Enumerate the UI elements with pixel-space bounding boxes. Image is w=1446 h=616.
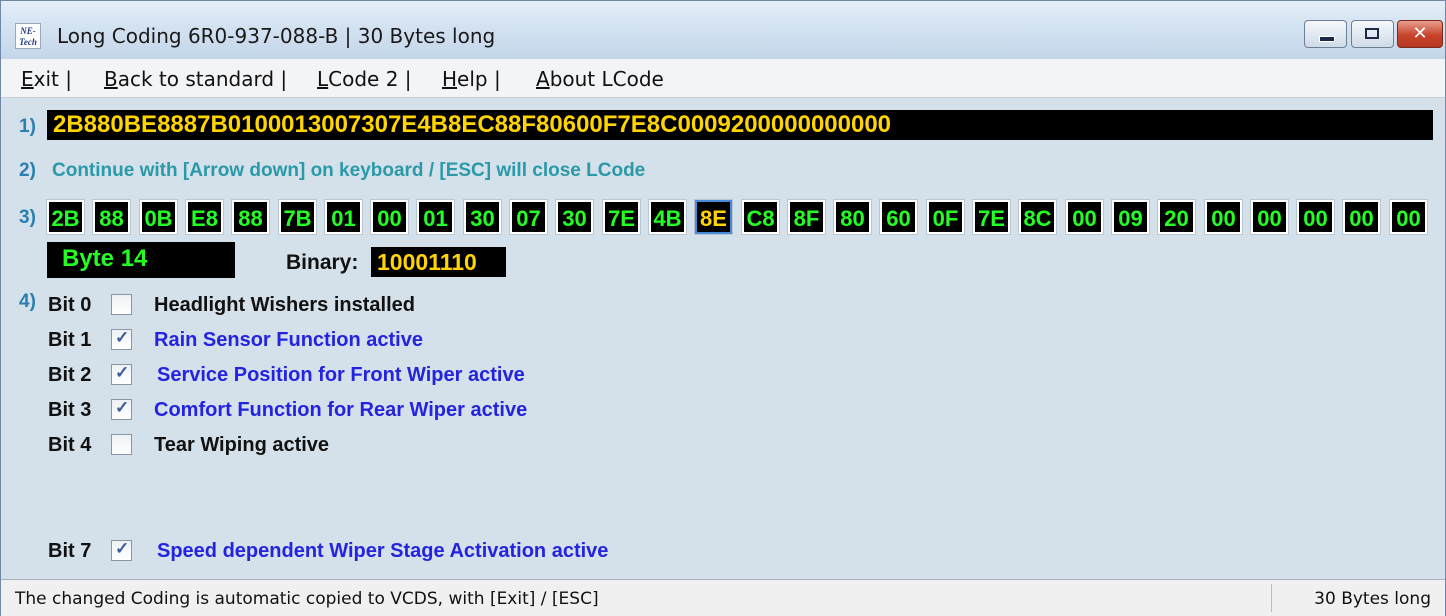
byte-cell-23[interactable]: 09 (1111, 199, 1150, 235)
byte-cell-21[interactable]: 8C (1018, 199, 1057, 235)
bit-label: Bit 4 (48, 434, 92, 456)
lcode-window: NE- Tech Long Coding 6R0-937-088-B | 30 … (0, 0, 1446, 616)
byte-cell-20[interactable]: 7E (972, 199, 1011, 235)
close-icon: ✕ (1412, 23, 1428, 44)
keyboard-hint: Continue with [Arrow down] on keyboard /… (52, 160, 646, 181)
checkmark-icon: ✓ (115, 398, 130, 417)
byte-cell-22[interactable]: 00 (1065, 199, 1104, 235)
byte-cell-1[interactable]: 88 (92, 199, 131, 235)
bit-label: Bit 7 (48, 540, 92, 562)
byte-cell-29[interactable]: 00 (1389, 199, 1428, 235)
step-3-label: 3) (19, 207, 36, 228)
bit-checkbox[interactable]: ✓ (111, 328, 132, 350)
menu-item-exit[interactable]: Exit | (21, 67, 72, 91)
step-2-label: 2) (19, 160, 36, 181)
bit-row: Bit 3 ✓ Comfort Function for Rear Wiper ac… (1, 396, 901, 426)
minimize-button[interactable] (1304, 20, 1347, 48)
byte-cell-28[interactable]: 00 (1342, 199, 1381, 235)
byte-cell-15[interactable]: C8 (741, 199, 780, 235)
menu-item-help[interactable]: Help | (442, 67, 501, 91)
menu-item-back-to-standard[interactable]: Back to standard | (104, 67, 287, 91)
bit-label: Bit 2 (48, 364, 92, 386)
status-divider (1271, 584, 1272, 612)
byte-cell-5[interactable]: 7B (278, 199, 317, 235)
byte-cell-24[interactable]: 20 (1157, 199, 1196, 235)
byte-cell-6[interactable]: 01 (324, 199, 363, 235)
byte-cell-4[interactable]: 88 (231, 199, 270, 235)
coding-string-field[interactable]: 2B880BE8887B0100013007307E4B8EC88F80600F… (47, 110, 1433, 140)
status-byte-count: 30 Bytes long (1314, 589, 1431, 609)
byte-cell-18[interactable]: 60 (879, 199, 918, 235)
byte-cell-16[interactable]: 8F (787, 199, 826, 235)
step-1-label: 1) (19, 116, 36, 137)
byte-cell-8[interactable]: 01 (416, 199, 455, 235)
byte-row: 2B 88 0B E8 88 7B 01 00 01 30 07 30 7E 4B 8E C8 8F 80 60 0F… (46, 199, 1435, 236)
bit-checkbox[interactable] (111, 434, 132, 455)
binary-value-field[interactable]: 10001110 (371, 247, 506, 277)
byte-cell-13[interactable]: 4B (648, 199, 687, 235)
status-bar: The changed Coding is automatic copied t… (1, 579, 1445, 616)
byte-cell-26[interactable]: 00 (1250, 199, 1289, 235)
bit-label: Bit 1 (48, 329, 92, 351)
byte-cell-14[interactable]: 8E (694, 199, 733, 235)
bit-description: Tear Wiping active (154, 434, 330, 456)
bit-row: Bit 0 Headlight Wishers installed (1, 291, 901, 321)
byte-cell-27[interactable]: 00 (1296, 199, 1335, 235)
bit-description: Service Position for Front Wiper active (157, 364, 525, 386)
bit-row: Bit 2 ✓ Service Position for Front Wiper a… (1, 361, 901, 391)
bit-row: Bit 4 Tear Wiping active (1, 431, 901, 461)
byte-cell-12[interactable]: 7E (602, 199, 641, 235)
selected-byte-label: Byte 14 (47, 242, 235, 278)
status-message: The changed Coding is automatic copied t… (15, 589, 599, 609)
bit-checkbox[interactable]: ✓ (111, 398, 132, 420)
bit-row: Bit 1 ✓ Rain Sensor Function active (1, 326, 901, 356)
menu-item-about-lcode[interactable]: About LCode (536, 67, 664, 91)
minimize-icon (1319, 36, 1335, 42)
menu-bar: Exit | Back to standard | LCode 2 | Help | A… (1, 59, 1445, 98)
app-logo-text-1: NE- (20, 26, 36, 36)
byte-cell-25[interactable]: 00 (1204, 199, 1243, 235)
bit-description: Comfort Function for Rear Wiper active (154, 399, 528, 421)
bit-row: Bit 7 ✓ Speed dependent Wiper Stage Activa… (1, 537, 901, 567)
byte-cell-7[interactable]: 00 (370, 199, 409, 235)
binary-caption: Binary: (286, 251, 359, 274)
bit-description: Speed dependent Wiper Stage Activation a… (157, 540, 609, 562)
byte-cell-19[interactable]: 0F (926, 199, 965, 235)
maximize-icon (1365, 28, 1379, 39)
menu-item-lcode-2[interactable]: LCode 2 | (317, 67, 412, 91)
byte-cell-11[interactable]: 30 (555, 199, 594, 235)
byte-cell-3[interactable]: E8 (185, 199, 224, 235)
title-bar[interactable]: NE- Tech Long Coding 6R0-937-088-B | 30 … (1, 1, 1445, 59)
byte-cell-0[interactable]: 2B (46, 199, 85, 235)
bit-label: Bit 3 (48, 399, 92, 421)
byte-cell-2[interactable]: 0B (139, 199, 178, 235)
bit-checkbox[interactable] (111, 294, 132, 315)
app-logo-icon: NE- Tech (15, 23, 41, 49)
close-button[interactable]: ✕ (1397, 20, 1443, 48)
checkmark-icon: ✓ (115, 363, 130, 382)
bit-description: Rain Sensor Function active (154, 329, 423, 351)
window-title: Long Coding 6R0-937-088-B | 30 Bytes lon… (57, 24, 496, 48)
bit-checkbox[interactable]: ✓ (111, 363, 132, 385)
app-logo-text-2: Tech (19, 37, 37, 47)
checkmark-icon: ✓ (115, 539, 130, 558)
checkmark-icon: ✓ (115, 328, 130, 347)
bit-label: Bit 0 (48, 294, 92, 316)
byte-cell-9[interactable]: 30 (463, 199, 502, 235)
byte-cell-10[interactable]: 07 (509, 199, 548, 235)
bit-checkbox[interactable]: ✓ (111, 539, 132, 561)
byte-cell-17[interactable]: 80 (833, 199, 872, 235)
bit-description: Headlight Wishers installed (154, 294, 415, 316)
maximize-button[interactable] (1351, 20, 1394, 48)
